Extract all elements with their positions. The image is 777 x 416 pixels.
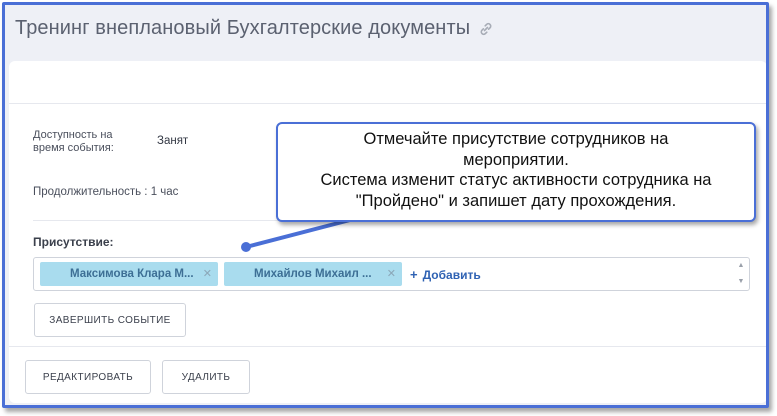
page-title-text: Тренинг внеплановый Бухгалтерские докуме…	[15, 17, 471, 39]
attendee-name: Максимова Клара М...	[70, 268, 194, 280]
hint-tooltip: Отмечайте присутствие сотрудников на мер…	[276, 122, 756, 222]
edit-button[interactable]: РЕДАКТИРОВАТЬ	[25, 360, 151, 394]
availability-label-line1: Доступность на	[33, 129, 113, 141]
duration-row: Продолжительность : 1 час	[33, 186, 178, 199]
attendee-name: Михайлов Михаил ...	[254, 268, 372, 280]
tooltip-line-2: мероприятии.	[463, 150, 569, 169]
scroll-up-icon[interactable]: ▲	[738, 262, 745, 270]
duration-label: Продолжительность :	[33, 186, 148, 198]
footer-divider	[9, 346, 766, 347]
tooltip-line-3: Система изменит статус активности сотруд…	[320, 171, 712, 189]
delete-button[interactable]: УДАЛИТЬ	[162, 360, 250, 394]
scroll-arrows-icon[interactable]: ▲ ▼	[737, 262, 745, 286]
availability-label: Доступность на время события:	[33, 129, 114, 155]
page-title: Тренинг внеплановый Бухгалтерские докуме…	[15, 17, 494, 40]
finish-event-button[interactable]: ЗАВЕРШИТЬ СОБЫТИЕ	[34, 303, 186, 337]
add-attendee-link[interactable]: + Добавить	[410, 267, 481, 282]
attendance-input[interactable]: Максимова Клара М... ✕ Михайлов Михаил .…	[33, 257, 750, 291]
add-attendee-label: Добавить	[422, 267, 481, 282]
card-header	[9, 61, 766, 104]
attendee-chip[interactable]: Михайлов Михаил ... ✕	[224, 262, 402, 286]
duration-value: 1 час	[150, 186, 179, 198]
plus-icon: +	[410, 267, 418, 282]
tooltip-line-1: Отмечайте присутствие сотрудников на	[363, 130, 669, 148]
availability-value: Занят	[157, 135, 189, 147]
section-divider	[33, 220, 289, 221]
link-icon[interactable]	[478, 21, 494, 37]
scroll-down-icon[interactable]: ▼	[738, 278, 745, 286]
tooltip-line-4: "Пройдено" и запишет дату прохождения.	[355, 191, 677, 210]
attendance-label: Присутствие:	[33, 235, 114, 249]
availability-label-line2: время события:	[33, 142, 114, 154]
close-icon[interactable]: ✕	[387, 267, 396, 280]
event-card: Доступность на время события: Занят Прод…	[9, 61, 766, 403]
attendee-chip[interactable]: Максимова Клара М... ✕	[40, 262, 218, 286]
close-icon[interactable]: ✕	[203, 267, 212, 280]
